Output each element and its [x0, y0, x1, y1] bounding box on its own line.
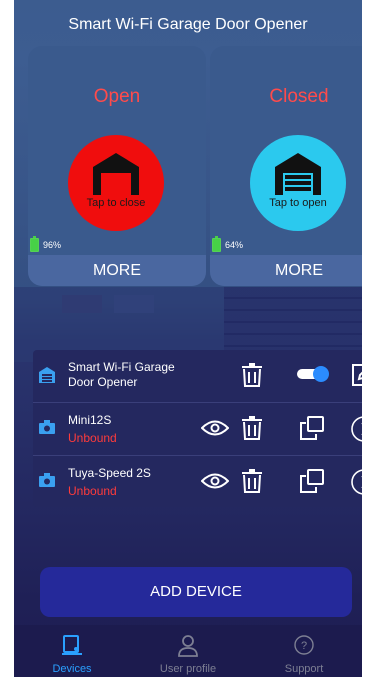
device-status: Unbound: [68, 484, 117, 498]
tab-label: Devices: [52, 663, 92, 675]
list-item[interactable]: Smart Wi-Fi Garage Door Opener: [33, 350, 362, 402]
edit-icon[interactable]: [351, 363, 362, 387]
camera-icon: [39, 420, 55, 434]
eye-icon[interactable]: [201, 419, 229, 437]
device-name: Mini12S: [68, 413, 112, 427]
battery-percent: 96%: [43, 240, 62, 250]
garage-device-icon: [39, 367, 55, 383]
battery-indicator: 64%: [212, 236, 244, 252]
toggle-knob: [313, 366, 329, 382]
trash-icon[interactable]: [241, 469, 263, 493]
more-button[interactable]: MORE: [210, 255, 362, 286]
tab-label: User profile: [159, 663, 217, 675]
background-window: [114, 295, 154, 313]
help-icon: ?: [294, 635, 314, 655]
chevron-right-icon[interactable]: [351, 416, 362, 442]
trash-icon[interactable]: [241, 416, 263, 440]
tab-label: Support: [284, 663, 324, 675]
garage-closed-icon: [275, 153, 321, 195]
user-icon: [178, 635, 198, 657]
device-name: Tuya-Speed 2S: [68, 466, 151, 480]
svg-text:?: ?: [301, 640, 307, 652]
tab-user-profile[interactable]: User profile: [130, 625, 246, 677]
tab-support[interactable]: ? Support: [246, 625, 362, 677]
battery-indicator: 96%: [30, 236, 62, 252]
door-status: Closed: [269, 86, 329, 107]
door-hint: Tap to open: [269, 197, 327, 209]
background-window: [62, 295, 102, 313]
app-screen: Smart Wi-Fi Garage Door Opener Open Tap …: [14, 0, 362, 677]
eye-icon[interactable]: [201, 472, 229, 490]
door-toggle-button[interactable]: Tap to open: [250, 135, 346, 231]
garage-open-icon: [93, 153, 139, 195]
door-card-open: Open Tap to close 96% MORE: [28, 46, 206, 286]
chevron-right-icon[interactable]: [351, 469, 362, 495]
door-hint: Tap to close: [86, 197, 146, 209]
list-item[interactable]: Mini12S Unbound: [33, 403, 362, 455]
trash-icon[interactable]: [241, 363, 263, 387]
device-status: Unbound: [68, 431, 117, 445]
device-toggle[interactable]: [297, 366, 331, 382]
share-icon[interactable]: [299, 416, 325, 440]
device-list: Smart Wi-Fi Garage Door Opener Mini12S U…: [33, 350, 362, 507]
page-title: Smart Wi-Fi Garage Door Opener: [68, 16, 308, 33]
device-name: Smart Wi-Fi Garage Door Opener: [68, 360, 175, 389]
share-icon[interactable]: [299, 469, 325, 493]
list-item[interactable]: Tuya-Speed 2S Unbound: [33, 456, 362, 508]
door-status: Open: [93, 86, 141, 107]
battery-icon: [212, 236, 221, 252]
battery-icon: [30, 236, 39, 252]
devices-icon: [62, 635, 82, 655]
more-button[interactable]: MORE: [28, 255, 206, 286]
door-toggle-button[interactable]: Tap to close: [68, 135, 164, 231]
add-device-button[interactable]: ADD DEVICE: [40, 567, 352, 617]
door-card-closed: Closed Tap to open 64% MORE: [210, 46, 362, 286]
camera-icon: [39, 473, 55, 487]
battery-percent: 64%: [225, 240, 244, 250]
bottom-tab-bar: Devices User profile ? Support: [14, 625, 362, 677]
tab-devices[interactable]: Devices: [14, 625, 130, 677]
